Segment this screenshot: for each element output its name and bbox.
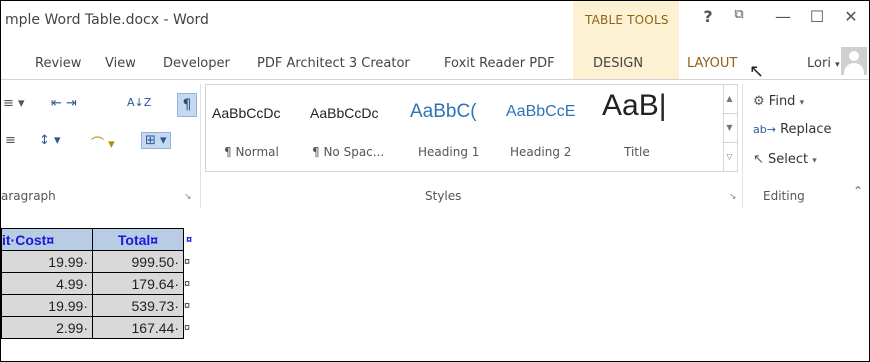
style-title[interactable]: AaB| Title [602,85,712,171]
row-end-mark: ¤ [184,277,191,290]
show-formatting-button[interactable]: ¶ [177,93,197,117]
binoculars-icon: ⚙ [753,94,765,109]
replace-button[interactable]: ab→ Replace [753,122,832,137]
paragraph-dialog-launcher-icon[interactable]: ↘ [184,192,192,202]
tab-developer[interactable]: Developer [163,49,230,79]
styles-gallery: AaBbCcDc ¶ Normal AaBbCcDc ¶ No Spac... … [205,84,724,172]
table-header-row: it·Cost¤ Total¤ ¤ [1,228,195,251]
minimize-button[interactable]: — [771,7,795,26]
style-no-spacing[interactable]: AaBbCcDc ¶ No Spac... [310,85,402,171]
table-row: 4.99· 179.64· ¤ [1,272,195,295]
ribbon-tabs: Review View Developer PDF Architect 3 Cr… [1,47,869,80]
styles-scroll: ▲ ▼ ▽ [722,84,738,172]
multilevel-list-button[interactable]: ≡ ▾ [3,96,25,111]
header-unit-cost[interactable]: it·Cost¤ [1,228,93,251]
sort-button[interactable]: A↓Z [127,96,151,109]
find-label: Find [768,94,796,109]
table-row: 19.99· 999.50· ¤ [1,250,195,273]
mouse-pointer-icon: ↖ [749,61,765,82]
table-row: 2.99· 167.44· ¤ [1,316,195,339]
styles-dialog-launcher-icon[interactable]: ↘ [729,192,737,202]
paragraph-group: ≡ ▾ ⇤ ⇥ A↓Z ¶ ≡ ↕ ▾ ⌒ ▾ ⊞ ▾ aragraph ↘ [1,80,197,214]
scroll-up-icon[interactable]: ▲ [722,85,737,114]
user-name-label: Lori [807,56,831,71]
replace-icon: ab→ [753,123,776,136]
row-end-mark: ¤ [184,255,191,268]
table-cell[interactable]: 19.99· [1,294,93,317]
word-window: mple Word Table.docx - Word TABLE TOOLS … [0,0,870,362]
find-button[interactable]: ⚙ Find ▾ [753,94,804,109]
group-divider [742,84,743,208]
more-styles-icon[interactable]: ▽ [722,143,737,171]
style-heading-1-preview: AaBbC( [410,101,477,122]
header-total[interactable]: Total¤ [92,228,184,251]
avatar[interactable] [841,47,867,75]
table-tools-label: TABLE TOOLS [585,13,669,27]
window-title: mple Word Table.docx - Word [5,12,209,28]
tab-review[interactable]: Review [35,49,81,79]
justify-button[interactable]: ≡ [5,133,16,148]
scroll-down-icon[interactable]: ▼ [722,114,737,143]
style-no-spacing-preview: AaBbCcDc [310,105,379,121]
replace-label: Replace [780,122,832,137]
table-cell[interactable]: 999.50· [92,250,184,273]
paragraph-group-label: aragraph [1,189,56,203]
style-title-label: Title [624,145,650,159]
tab-view[interactable]: View [105,49,136,79]
style-heading-2-label: Heading 2 [510,145,572,159]
table-cell[interactable]: 4.99· [1,272,93,295]
line-spacing-button[interactable]: ↕ ▾ [39,133,61,148]
row-end-mark: ¤ [183,228,195,251]
row-end-mark: ¤ [184,321,191,334]
ribbon-display-options-button[interactable]: ⧉ [727,7,751,22]
tab-design[interactable]: DESIGN [593,49,643,79]
chevron-down-icon: ▾ [799,98,805,108]
shading-button[interactable]: ⌒ ▾ [91,133,115,152]
style-heading-2-preview: AaBbCcE [506,103,576,120]
chevron-down-icon: ▾ [835,60,840,70]
style-no-spacing-label: ¶ No Spac... [312,145,385,159]
table-row: 19.99· 539.73· ¤ [1,294,195,317]
style-heading-1-label: Heading 1 [418,145,480,159]
collapse-ribbon-icon[interactable]: ⌃ [853,184,863,198]
tab-pdf-architect[interactable]: PDF Architect 3 Creator [257,49,410,79]
indent-buttons[interactable]: ⇤ ⇥ [51,96,77,111]
editing-group-label: Editing [763,189,805,203]
table-cell[interactable]: 539.73· [92,294,184,317]
group-divider [200,84,201,208]
style-title-preview: AaB| [602,89,667,122]
style-heading-1[interactable]: AaBbC( Heading 1 [410,85,500,171]
cursor-arrow-icon: ↖ [753,152,764,167]
select-button[interactable]: ↖ Select ▾ [753,152,817,167]
tab-foxit-reader[interactable]: Foxit Reader PDF [444,49,555,79]
style-normal-preview: AaBbCcDc [212,105,281,121]
style-normal[interactable]: AaBbCcDc ¶ Normal [212,85,302,171]
word-table[interactable]: it·Cost¤ Total¤ ¤ 19.99· 999.50· ¤ 4.99·… [1,228,195,339]
title-bar: mple Word Table.docx - Word TABLE TOOLS … [1,1,869,79]
borders-button[interactable]: ⊞ ▾ [141,132,171,149]
style-heading-2[interactable]: AaBbCcE Heading 2 [506,85,596,171]
close-button[interactable]: ✕ [839,7,863,26]
styles-group-label: Styles [425,189,462,203]
tab-layout[interactable]: LAYOUT [687,49,737,79]
table-cell[interactable]: 167.44· [92,316,184,339]
user-name[interactable]: Lori ▾ [807,49,840,80]
row-end-mark: ¤ [184,299,191,312]
table-cell[interactable]: 2.99· [1,316,93,339]
select-label: Select [768,152,809,167]
help-button[interactable]: ? [696,7,720,26]
table-cell[interactable]: 19.99· [1,250,93,273]
table-cell[interactable]: 179.64· [92,272,184,295]
maximize-button[interactable]: ☐ [805,7,829,26]
chevron-down-icon: ▾ [812,156,817,166]
document-area[interactable]: it·Cost¤ Total¤ ¤ 19.99· 999.50· ¤ 4.99·… [1,214,869,361]
ribbon: ≡ ▾ ⇤ ⇥ A↓Z ¶ ≡ ↕ ▾ ⌒ ▾ ⊞ ▾ aragraph ↘ A… [1,79,869,215]
style-normal-label: ¶ Normal [224,145,279,159]
